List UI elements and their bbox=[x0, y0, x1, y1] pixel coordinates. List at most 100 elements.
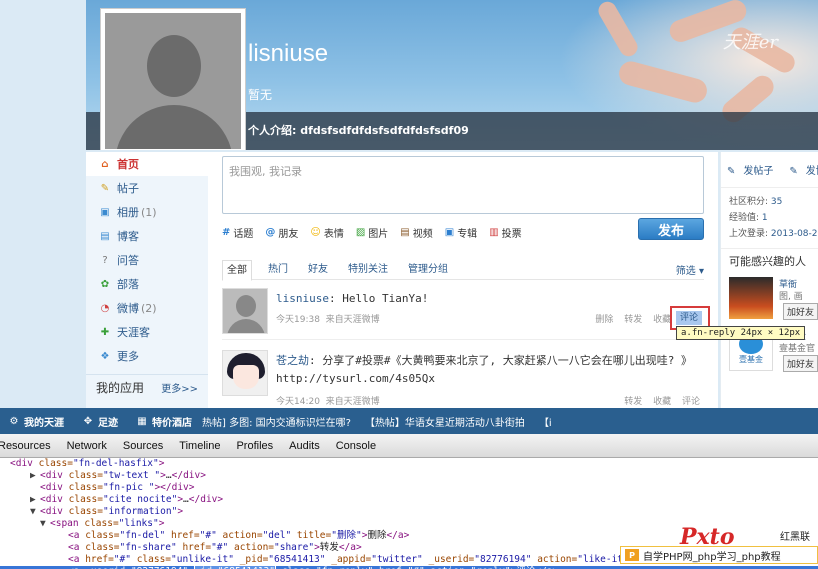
main-feed: 我围观, 我记录 # 话题 @ 朋友 ☺ 表情 ▨ 图片 ▤ 视频 ▣ 专辑 ▥ 投票 发布 全部 热门 好友… bbox=[208, 152, 806, 408]
favorite-link[interactable]: 收藏 bbox=[653, 315, 671, 325]
devtools-tab-audits[interactable]: Audits bbox=[281, 434, 328, 458]
nav-item-label: 首页 bbox=[117, 158, 139, 171]
feed-tab[interactable]: 管理分组 bbox=[404, 260, 452, 280]
nav-item-label: 博客 bbox=[117, 230, 139, 243]
profile-banner: lisniuse 暂无 个人介绍: dfdsfsdfdfdsfsdfdfdsfs… bbox=[86, 0, 818, 150]
post-time[interactable]: 今天19:38 bbox=[276, 315, 320, 325]
dom-node[interactable]: <div class="fn-del-hasfix"> bbox=[0, 458, 818, 470]
nav-item[interactable]: ? 问答 bbox=[86, 248, 208, 272]
expand-triangle-icon[interactable]: ▼ bbox=[30, 506, 40, 518]
post-avatar[interactable] bbox=[222, 350, 268, 396]
nav-item-label: 帖子 bbox=[117, 182, 139, 195]
nav-item-label: 问答 bbox=[117, 254, 139, 267]
publish-button[interactable]: 发布 bbox=[638, 218, 704, 240]
devtools-tab-profiles[interactable]: Profiles bbox=[228, 434, 281, 458]
expand-triangle-icon[interactable]: ▶ bbox=[30, 470, 40, 482]
hotel-icon: ▦ bbox=[137, 415, 147, 427]
filter-dropdown[interactable]: 筛选 ▾ bbox=[676, 262, 704, 277]
album-icon: ▣ bbox=[444, 226, 455, 238]
post-username[interactable]: lisniuse bbox=[276, 292, 329, 305]
expand-triangle-icon[interactable]: ▶ bbox=[30, 494, 40, 506]
devtools-tab-console[interactable]: Console bbox=[328, 434, 384, 458]
user-stats: 社区积分: 35 经验值: 1 上次登录: 2013-08-2 bbox=[729, 197, 818, 239]
dom-node[interactable]: <div class="fn-pic "></div> bbox=[0, 482, 818, 494]
composer-tool-topic[interactable]: # 话题 bbox=[222, 225, 253, 240]
right-sidebar: ✎发帖子 ✎发博文 社区积分: 35 经验值: 1 上次登录: 2013-08-… bbox=[720, 152, 818, 408]
feed-tab[interactable]: 好友 bbox=[304, 260, 332, 280]
nav-item[interactable]: ◔ 微博 (2) bbox=[86, 296, 208, 320]
nav-item-label: 天涯客 bbox=[117, 326, 150, 339]
composer-tool-at[interactable]: @ 朋友 bbox=[265, 225, 298, 240]
feed-tab[interactable]: 全部 bbox=[222, 259, 252, 281]
devtools-tab-network[interactable]: Network bbox=[59, 434, 115, 458]
watermark-bar: P 自学PHP网_php学习_php教程 bbox=[620, 546, 818, 564]
share-link[interactable]: 转发 bbox=[624, 397, 642, 407]
devtools-tab-timeline[interactable]: Timeline bbox=[171, 434, 228, 458]
news-ticker-item[interactable]: 【热帖】华语女星近期活动八卦街拍 bbox=[365, 414, 525, 429]
composer-tool-picture[interactable]: ▨ 图片 bbox=[356, 225, 388, 240]
feed-tab[interactable]: 特别关注 bbox=[344, 260, 392, 280]
nav-item[interactable]: ✚ 天涯客 bbox=[86, 320, 208, 344]
topic-icon: # bbox=[222, 226, 231, 238]
post-avatar[interactable] bbox=[222, 288, 268, 334]
chevron-down-icon: ▾ bbox=[698, 266, 704, 277]
video-icon: ▤ bbox=[400, 226, 410, 238]
new-blog-link[interactable]: ✎发博文 bbox=[789, 162, 818, 177]
post-time[interactable]: 今天14:20 bbox=[276, 397, 320, 407]
composer-tool-album[interactable]: ▣ 专辑 bbox=[445, 225, 477, 240]
hotel-menu[interactable]: ▦ 特价酒店 bbox=[136, 414, 192, 429]
expand-triangle-icon[interactable]: ▼ bbox=[40, 518, 50, 530]
my-tianya-menu[interactable]: ⚙ 我的天涯 bbox=[8, 414, 64, 429]
footprint-menu[interactable]: ✥ 足迹 bbox=[82, 414, 118, 429]
profile-intro: 个人介绍: dfdsfsdfdfdsfsdfdfdsfsdf09 bbox=[248, 124, 469, 137]
dom-node[interactable]: ▼ <div class="information"> bbox=[0, 506, 818, 518]
post-text: lisniuse: Hello TianYa! bbox=[276, 292, 429, 305]
nav-item[interactable]: ❖ 更多 bbox=[86, 344, 208, 368]
vote-icon: ▥ bbox=[489, 226, 499, 238]
edit-icon: ✎ bbox=[727, 166, 736, 177]
nav-item[interactable]: ▣ 相册 (1) bbox=[86, 200, 208, 224]
feed-filter-tabs: 全部 热门 好友 特别关注 管理分组 筛选 ▾ bbox=[222, 259, 704, 281]
highlighted-reply-link[interactable]: 评论 bbox=[676, 311, 702, 325]
recommend-desc: 图, 画 bbox=[779, 292, 803, 302]
feed-post: lisniuse: Hello TianYa! 今天19:38 来自天涯微博 删… bbox=[222, 288, 704, 340]
weibo-composer-input[interactable]: 我围观, 我记录 bbox=[222, 156, 704, 214]
composer-toolbar: # 话题 @ 朋友 ☺ 表情 ▨ 图片 ▤ 视频 ▣ 专辑 ▥ 投票 bbox=[222, 222, 704, 242]
favorite-link[interactable]: 收藏 bbox=[653, 397, 671, 407]
recommend-thumbnail[interactable] bbox=[729, 277, 773, 319]
nav-item[interactable]: ✿ 部落 bbox=[86, 272, 208, 296]
post-source: 来自天涯微博 bbox=[325, 315, 380, 325]
nav-item-label: 部落 bbox=[117, 278, 139, 291]
add-friend-button[interactable]: 加好友 bbox=[783, 355, 818, 372]
tribe-icon: ✿ bbox=[100, 278, 110, 290]
left-nav: ⌂ 首页 ✎ 帖子 ▣ 相册 (1) ▤ 博客? 问答 ✿ 部落 ◔ 微博 (2) ✚ 天涯客 ❖ 更多 我的应用 … bbox=[86, 152, 208, 408]
reply-link[interactable]: 评论 bbox=[682, 397, 700, 407]
post-username[interactable]: 苍之劫 bbox=[276, 354, 309, 367]
devtools-tab-sources[interactable]: Sources bbox=[115, 434, 171, 458]
nav-item-count: (1) bbox=[141, 205, 157, 219]
feed-tab[interactable]: 热门 bbox=[264, 260, 292, 280]
profile-name: lisniuse bbox=[248, 40, 329, 67]
my-apps-more-link[interactable]: 更多>> bbox=[161, 380, 198, 395]
delete-link[interactable]: 删除 bbox=[595, 315, 613, 325]
my-apps-header: 我的应用 更多>> bbox=[86, 374, 208, 400]
dom-node[interactable]: ▶ <div class="tw-text ">…</div> bbox=[0, 470, 818, 482]
composer-tool-vote[interactable]: ▥ 投票 bbox=[489, 225, 521, 240]
album-icon: ▣ bbox=[100, 206, 110, 218]
dom-node[interactable]: ▶ <div class="cite nocite">…</div> bbox=[0, 494, 818, 506]
nav-item[interactable]: ✎ 帖子 bbox=[86, 176, 208, 200]
news-ticker-item[interactable]: 【i bbox=[539, 414, 552, 429]
profile-avatar[interactable] bbox=[100, 8, 246, 150]
nav-item-label: 更多 bbox=[117, 350, 139, 363]
news-ticker-item[interactable]: 热帖] 多图: 国内交通标识烂在哪? bbox=[202, 414, 351, 429]
share-link[interactable]: 转发 bbox=[624, 315, 642, 325]
composer-tool-emoji[interactable]: ☺ 表情 bbox=[310, 225, 343, 240]
nav-item[interactable]: ⌂ 首页 bbox=[86, 152, 208, 176]
nav-item[interactable]: ▤ 博客 bbox=[86, 224, 208, 248]
nav-item-count: (2) bbox=[141, 301, 157, 315]
new-thread-link[interactable]: ✎ 发帖子 bbox=[727, 162, 781, 177]
add-friend-button[interactable]: 加好友 bbox=[783, 303, 818, 320]
feed-post: 苍之劫: 分享了#投票#《大黄鸭要来北京了, 大家赶紧八一八它会在哪儿出现哇? … bbox=[222, 350, 704, 408]
composer-tool-video[interactable]: ▤ 视频 bbox=[400, 225, 432, 240]
devtools-tab-resources[interactable]: Resources bbox=[0, 434, 59, 458]
